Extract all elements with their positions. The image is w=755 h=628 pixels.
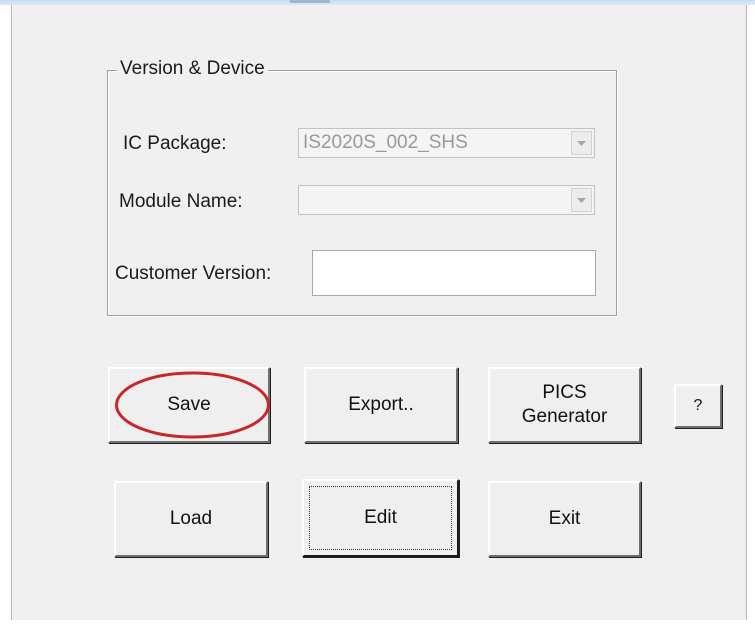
export-button[interactable]: Export.. [304, 367, 458, 443]
help-button[interactable]: ? [674, 384, 722, 428]
ic-package-dropdown-button[interactable] [571, 131, 592, 155]
module-name-dropdown-button[interactable] [571, 188, 592, 212]
ic-package-label: IC Package: [123, 133, 227, 154]
ic-package-value: IS2020S_002_SHS [303, 132, 468, 153]
customer-version-input[interactable] [312, 250, 596, 296]
help-button-label: ? [693, 397, 703, 414]
dialog-window: Version & Device IC Package: IS2020S_002… [0, 0, 755, 628]
load-button[interactable]: Load [114, 481, 268, 557]
pics-generator-label-line1: PICS [542, 382, 587, 403]
dialog-bottom-edge [11, 620, 747, 628]
save-button-label: Save [167, 394, 211, 415]
chevron-down-icon [577, 197, 586, 203]
edit-button-label: Edit [309, 486, 452, 550]
chevron-down-icon [577, 140, 586, 146]
pics-generator-label-line2: Generator [521, 406, 608, 427]
groupbox-title: Version & Device [117, 57, 268, 81]
exit-button[interactable]: Exit [488, 481, 641, 557]
exit-button-label: Exit [548, 508, 581, 529]
module-name-select[interactable] [298, 185, 595, 215]
pics-generator-label: PICS Generator [522, 381, 608, 429]
customer-version-label: Customer Version: [115, 263, 272, 284]
export-button-label: Export.. [348, 394, 414, 415]
edit-button[interactable]: Edit [302, 479, 459, 557]
load-button-label: Load [169, 508, 213, 529]
save-button[interactable]: Save [108, 367, 270, 443]
module-name-label: Module Name: [119, 191, 243, 212]
ic-package-select[interactable]: IS2020S_002_SHS [298, 128, 595, 158]
pics-generator-button[interactable]: PICS Generator [488, 367, 641, 443]
title-bar-fragment [290, 0, 330, 3]
